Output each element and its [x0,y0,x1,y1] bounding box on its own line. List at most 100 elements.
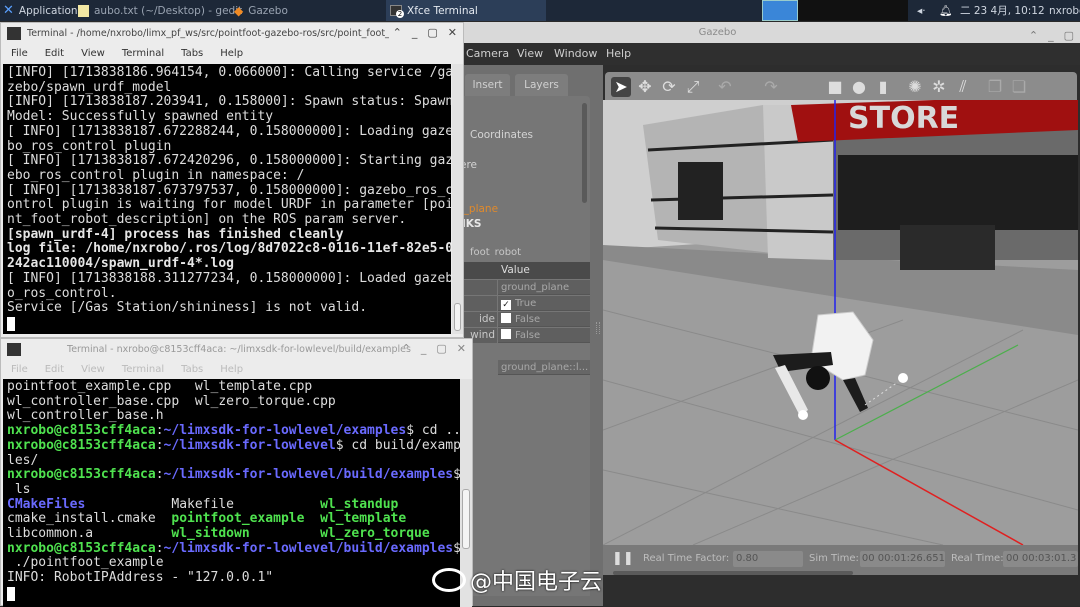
menu-tabs[interactable]: Tabs [181,48,203,59]
tab-insert[interactable]: Insert [465,74,510,96]
minimize-icon[interactable]: _ [412,26,418,39]
terminal-line: wl_controller_base.cpp wl_zero_torque.cp… [7,394,460,410]
close-icon[interactable]: ✕ [448,26,457,39]
menu-view[interactable]: View [81,48,105,59]
terminal-line: libcommon.a wl_sitdown wl_zero_torque [7,526,460,542]
terminal-line: les/ [7,453,460,469]
menu-file[interactable]: File [11,364,28,375]
menu-help[interactable]: Help [220,48,243,59]
terminal-text: : [155,540,164,556]
clock[interactable]: 二 23 4月, 10:12 [960,0,1045,21]
terminal-text: libcommon.a [7,526,172,542]
paste-icon[interactable]: ❏ [1009,77,1029,97]
property-static[interactable]: ✓ True [498,296,590,311]
workspace-empty [798,0,908,21]
scale-icon[interactable]: ⤢ [683,77,703,97]
menu-view[interactable]: View [517,47,543,60]
real-time-value: 00 00:03:01.3 [1003,551,1078,567]
tree-item-coordinates[interactable]: Coordinates [470,129,533,141]
terminal-line: [ INFO] [1713838187.672288244, 0.1580000… [7,124,451,140]
translate-icon[interactable]: ✥ [635,77,655,97]
shade-icon[interactable]: ⌃ [393,26,402,39]
menu-tabs[interactable]: Tabs [181,364,203,375]
copy-icon[interactable]: ❐ [985,77,1005,97]
terminal-text: nxrobo@c8153cff4aca [7,423,156,439]
cylinder-icon[interactable]: ▮ [873,77,893,97]
terminal-line: [ INFO] [1713838187.672420296, 0.1580000… [7,153,451,169]
menu-edit[interactable]: Edit [45,364,64,375]
menu-window[interactable]: Window [554,47,597,60]
notification-bell-icon[interactable]: 🔔︎ [939,0,952,21]
box-icon[interactable]: ■ [825,77,845,97]
taskbar-window-terminal[interactable]: 2 Xfce Terminal [386,0,546,21]
close-icon[interactable]: ✕ [457,342,466,355]
menu-terminal[interactable]: Terminal [122,48,164,59]
menu-edit[interactable]: Edit [45,48,64,59]
terminal-text: Makefile [85,496,321,512]
terminal2-output[interactable]: pointfoot_example.cpp wl_template.cpp wl_… [3,379,460,607]
menu-camera[interactable]: Camera [466,47,509,60]
redo-icon[interactable]: ↷ [761,77,781,97]
property-name-value[interactable]: ground_plane [498,280,590,295]
volume-icon[interactable]: ◂· [917,0,926,21]
3d-viewport[interactable]: STORE [603,100,1078,545]
menu-file[interactable]: File [11,48,28,59]
minimize-icon[interactable]: _ [421,342,427,355]
value-header: Value [455,262,590,279]
point-light-icon[interactable]: ✺ [905,77,925,97]
sphere-icon[interactable]: ● [849,77,869,97]
checkbox-icon[interactable] [501,313,511,323]
tree-scrollbar[interactable] [582,103,587,203]
menu-terminal[interactable]: Terminal [122,364,164,375]
splitter-handle[interactable] [596,322,600,334]
maximize-icon[interactable]: ▢ [427,26,437,39]
workspace-switcher[interactable] [762,0,798,21]
horizontal-scrollbar[interactable] [613,571,853,575]
spot-light-icon[interactable]: ✲ [929,77,949,97]
undo-icon[interactable]: ↶ [715,77,735,97]
menu-help[interactable]: Help [606,47,631,60]
terminal-line: bo_ros_control plugin [7,139,451,155]
directional-light-icon[interactable]: ⫽ [953,77,973,97]
shade-icon[interactable]: ⌃ [402,342,411,355]
select-arrow-icon[interactable]: ➤ [611,77,631,97]
applications-menu[interactable]: ✕ Applications [3,0,83,21]
terminal-text: Service [/Gas Station/shininess] is not … [7,300,368,316]
rotate-icon[interactable]: ⟳ [659,77,679,97]
pause-icon[interactable]: ❚❚ [612,551,634,566]
terminal-text: cmake_install.cmake [7,511,172,527]
user-name[interactable]: nxrobo [1049,0,1080,21]
terminal-text: ls [7,481,31,497]
terminal-text: : [155,423,164,439]
terminal1-scrollbar[interactable] [452,64,463,334]
property-link[interactable]: ground_plane::l... [498,360,590,375]
terminal-line: INFO: RobotIPAddress - "127.0.0.1" [7,570,460,586]
checkbox-icon[interactable] [501,329,511,339]
terminal-text: ./pointfoot_example [7,555,164,571]
window-controls: ⌃ _ ▢ ✕ [402,342,466,355]
maximize-icon[interactable]: ▢ [436,342,446,355]
menu-view[interactable]: View [81,364,105,375]
terminal-line: nt_foot_robot_description] on the ROS pa… [7,212,451,228]
terminal-text: wl_template [320,511,407,527]
property-self-collide[interactable]: False [498,312,590,327]
tab-layers[interactable]: Layers [515,74,568,96]
checkbox-checked-icon[interactable]: ✓ [501,300,511,310]
store-windows [838,155,1078,230]
terminal-text: : [155,467,164,483]
tree-item-robot[interactable]: foot_robot [470,247,521,256]
terminal-line: ebo_ros_control plugin in namespace: / [7,168,451,184]
terminal-line: [ INFO] [1713838188.311277234, 0.1580000… [7,271,451,287]
menu-help[interactable]: Help [220,364,243,375]
gazebo-toolbar: ➤ ✥ ⟳ ⤢ ↶ ↷ ■ ● ▮ ✺ ✲ ⫽ ❐ ❏ [605,72,1077,101]
property-enable-wind[interactable]: False [498,328,590,343]
taskbar-window-gedit[interactable]: aubo.txt (~/Desktop) - gedit [78,0,242,21]
terminal-line: cmake_install.cmake pointfoot_example wl… [7,511,460,527]
taskbar-window-gazebo[interactable]: ◆ Gazebo [234,0,288,21]
terminal-text: [spawn_urdf-4] process has finished clea… [7,226,344,242]
real-time-label: Real Time: [951,553,1004,564]
terminal-cursor [7,586,15,601]
gazebo-title-bar: Gazebo ⌃ _ ▢ [455,22,1080,43]
rtf-value: 0.80 [733,551,803,567]
terminal1-output[interactable]: [INFO] [1713838186.964154, 0.066000]: Ca… [3,64,451,334]
